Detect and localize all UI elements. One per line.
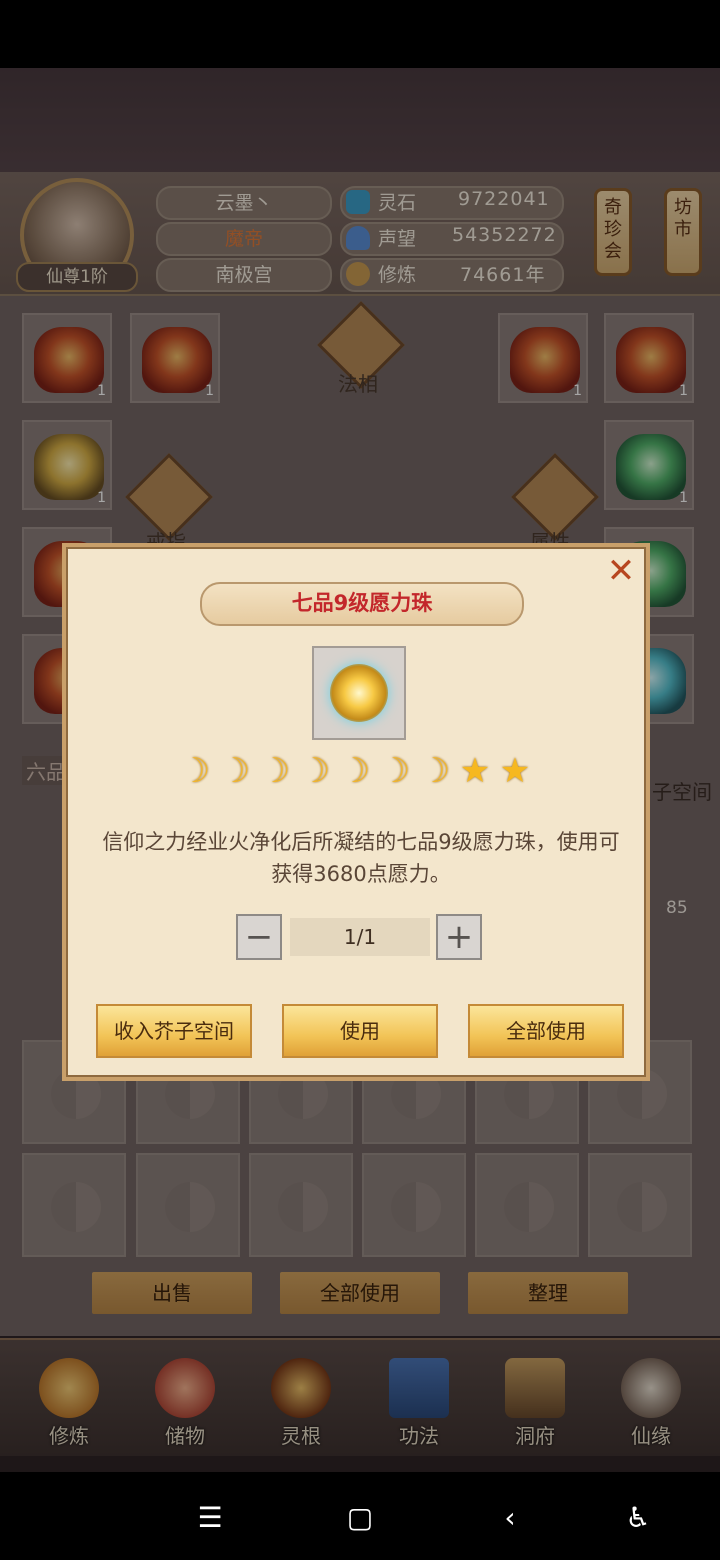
quantity-value[interactable]: 1/1: [290, 918, 430, 956]
moon-icon: ☽: [339, 751, 371, 791]
item-title: 七品9级愿力珠: [200, 582, 524, 626]
item-description: 信仰之力经业火净化后所凝结的七品9级愿力珠，使用可获得3680点愿力。: [102, 830, 620, 886]
close-icon[interactable]: ✕: [606, 554, 636, 588]
accessibility-icon[interactable]: ♿: [618, 1498, 658, 1538]
menu-icon[interactable]: ☰: [190, 1498, 230, 1538]
increase-button[interactable]: +: [436, 914, 482, 960]
star-icon: ★: [459, 751, 491, 791]
back-icon[interactable]: ‹: [490, 1498, 530, 1538]
quality-stars: ☽ ☽ ☽ ☽ ☽ ☽ ☽ ★ ★: [176, 752, 556, 792]
wish-pearl-icon: [330, 664, 388, 722]
moon-icon: ☽: [219, 751, 251, 791]
use-button[interactable]: 使用: [282, 1004, 438, 1058]
decrease-button[interactable]: −: [236, 914, 282, 960]
store-button[interactable]: 收入芥子空间: [96, 1004, 252, 1058]
status-bar: [0, 0, 720, 68]
moon-icon: ☽: [379, 751, 411, 791]
star-icon: ★: [499, 751, 531, 791]
use-all-dialog-button[interactable]: 全部使用: [468, 1004, 624, 1058]
home-icon[interactable]: ▢: [340, 1498, 380, 1538]
item-icon-frame: [312, 646, 406, 740]
moon-icon: ☽: [299, 751, 331, 791]
moon-icon: ☽: [179, 751, 211, 791]
moon-icon: ☽: [259, 751, 291, 791]
moon-icon: ☽: [419, 751, 451, 791]
